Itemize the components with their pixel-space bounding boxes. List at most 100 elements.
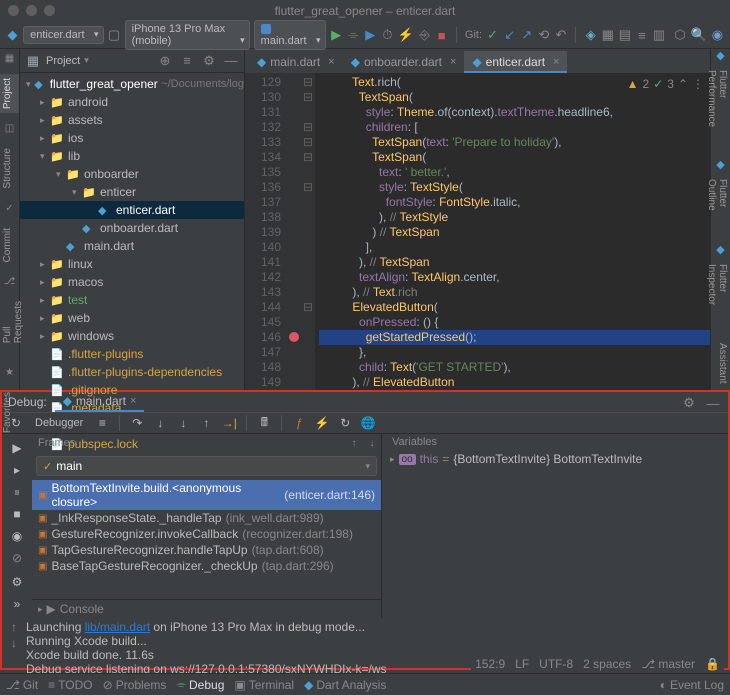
git-update-button[interactable]: ✓ <box>486 26 499 44</box>
code-editor[interactable]: ▲2 ✓3 ⌃⋮ 1291301311321331341351361371381… <box>245 73 710 390</box>
flutter-performance-tab[interactable]: Flutter Performance <box>711 64 730 158</box>
mute-button[interactable]: ⏸ <box>7 482 27 502</box>
step-into-button[interactable]: ↓ <box>150 413 170 433</box>
step-out-button[interactable]: ↑ <box>196 413 216 433</box>
run-to-cursor-button[interactable]: →| <box>219 413 239 433</box>
step-over-button[interactable]: ↷ <box>127 413 147 433</box>
status-problems[interactable]: ⊘Problems <box>103 677 167 692</box>
collapse-button[interactable]: ⚙ <box>200 52 218 70</box>
ide-update-button[interactable]: ⬡ <box>674 26 687 44</box>
eval-button[interactable]: 🖩 <box>254 413 274 433</box>
close-icon[interactable]: × <box>328 56 334 68</box>
hot-restart-button[interactable]: ⚡ <box>398 26 414 44</box>
status-debug[interactable]: ⌯Debug <box>176 677 224 692</box>
pr-tab-icon[interactable]: ⎇ <box>0 276 19 287</box>
hide-button[interactable]: — <box>222 52 240 70</box>
devtools3-button[interactable]: ▤ <box>618 26 631 44</box>
attach-button[interactable]: ⎆ <box>418 26 431 44</box>
git-rollback-button[interactable]: ↶ <box>554 26 567 44</box>
tab-enticer[interactable]: ◆enticer.dart× <box>464 51 567 73</box>
force-step-into-button[interactable]: ↓ <box>173 413 193 433</box>
project-tab[interactable]: Project <box>0 74 19 113</box>
resume-button[interactable]: ▶ <box>7 438 27 458</box>
devtools-button[interactable]: 🌐 <box>358 413 378 433</box>
variable-row[interactable]: ▸oo this = {BottomTextInvite} BottomText… <box>386 450 724 468</box>
console-title[interactable]: Console <box>60 602 104 616</box>
status-git[interactable]: ⎇Git <box>6 677 38 692</box>
flutter-perf-icon[interactable]: ◆ <box>711 49 730 64</box>
tab-onboarder[interactable]: ◆onboarder.dart× <box>343 51 465 73</box>
git-branch[interactable]: ⎇ master <box>641 657 695 671</box>
stack-frame[interactable]: ▣BaseTapGestureRecognizer._checkUp (tap.… <box>32 558 381 574</box>
coverage-button[interactable]: ▶ <box>364 26 377 44</box>
debugger-tab[interactable]: Debugger <box>35 417 83 429</box>
pull-requests-tab[interactable]: Pull Requests <box>0 297 19 347</box>
stack-frame[interactable]: ▣_InkResponseState._handleTap (ink_well.… <box>32 510 381 526</box>
debug-button[interactable]: ⌯ <box>347 26 360 44</box>
select-opened-button[interactable]: ⊕ <box>156 52 174 70</box>
commit-tab-icon[interactable]: ✓ <box>0 203 19 214</box>
project-tab-icon[interactable]: ▦ <box>0 53 19 64</box>
run-config-dropdown[interactable]: main.dart <box>254 20 326 50</box>
more-button[interactable]: » <box>7 594 27 614</box>
line-separator[interactable]: LF <box>515 657 529 671</box>
settings-icon[interactable]: ⚙ <box>680 394 698 412</box>
project-view-title[interactable]: Project <box>46 55 80 67</box>
devtools-button[interactable]: ◈ <box>584 26 597 44</box>
device-dropdown[interactable]: iPhone 13 Pro Max (mobile) <box>125 20 250 50</box>
frame-down-button[interactable]: ↓ <box>363 434 381 452</box>
layout-settings-button[interactable]: ⚙ <box>7 572 27 592</box>
encoding[interactable]: UTF-8 <box>539 657 573 671</box>
stack-frame[interactable]: ▣GestureRecognizer.invokeCallback (recog… <box>32 526 381 542</box>
breakpoint-gutter[interactable] <box>287 73 301 390</box>
run-button[interactable]: ▶ <box>330 26 343 44</box>
pause-button[interactable]: ▸ <box>7 460 27 480</box>
tree-item-enticer[interactable]: ◆enticer.dart <box>20 201 244 219</box>
profile-button[interactable]: ⏱ <box>381 26 394 44</box>
devtools5-button[interactable]: ▥ <box>652 26 665 44</box>
status-todo[interactable]: ≡TODO <box>48 677 92 692</box>
traffic-lights[interactable] <box>8 5 55 16</box>
threads-view-button[interactable]: ≡ <box>92 413 112 433</box>
stack-frame[interactable]: ▣TapGestureRecognizer.handleTapUp (tap.d… <box>32 542 381 558</box>
scroll-up-icon[interactable]: ↑ <box>11 620 17 634</box>
event-log-button[interactable]: ◐Event Log <box>660 678 724 692</box>
cursor-position[interactable]: 152:9 <box>475 657 505 671</box>
flutter-outline-tab[interactable]: Flutter Outline <box>711 173 730 243</box>
git-history-button[interactable]: ⟲ <box>537 26 550 44</box>
structure-tab[interactable]: Structure <box>0 144 19 193</box>
hot-reload-button[interactable]: ⚡ <box>312 413 332 433</box>
flutter-inspector-tab[interactable]: Flutter Inspector <box>711 258 730 337</box>
status-dart[interactable]: ◆Dart Analysis <box>304 677 386 692</box>
avatar-button[interactable]: ◉ <box>711 26 724 44</box>
indent[interactable]: 2 spaces <box>583 657 631 671</box>
fold-gutter[interactable]: ⊟⊟⊟⊟⊟⊟⊟ <box>301 73 315 390</box>
hot-restart-button[interactable]: ↻ <box>335 413 355 433</box>
flutter-outline-icon[interactable]: ◆ <box>711 158 730 173</box>
assistant-tab[interactable]: Assistant <box>711 337 730 390</box>
line-number-gutter[interactable]: 1291301311321331341351361371381391401411… <box>245 73 287 390</box>
hide-icon[interactable]: — <box>704 394 722 412</box>
breakpoints-button[interactable]: ◉ <box>7 526 27 546</box>
favorites-tab-icon[interactable]: ★ <box>0 367 19 378</box>
debug-session-tab[interactable]: ◆main.dart× <box>55 392 145 412</box>
close-icon[interactable]: × <box>553 56 559 68</box>
thread-selector[interactable]: ✓main▾ <box>36 456 377 476</box>
status-terminal[interactable]: ▣Terminal <box>234 677 294 692</box>
expand-all-button[interactable]: ≡ <box>178 52 196 70</box>
scroll-down-icon[interactable]: ↓ <box>11 636 17 650</box>
flutter-inspector-icon[interactable]: ◆ <box>711 243 730 258</box>
stop-button[interactable]: ■ <box>7 504 27 524</box>
stack-frame[interactable]: ▣BottomTextInvite.build.<anonymous closu… <box>32 480 381 510</box>
devtools2-button[interactable]: ▦ <box>601 26 614 44</box>
search-button[interactable]: 🔍 <box>691 26 707 44</box>
devtools4-button[interactable]: ≡ <box>635 26 648 44</box>
tab-main[interactable]: ◆main.dart× <box>249 51 343 73</box>
structure-tab-icon[interactable]: ◫ <box>0 123 19 134</box>
close-icon[interactable]: × <box>450 56 456 68</box>
mute-bp-button[interactable]: ⊘ <box>7 548 27 568</box>
stop-button[interactable]: ■ <box>435 26 448 44</box>
lock-icon[interactable]: 🔒 <box>705 657 720 671</box>
current-file-dropdown[interactable]: enticer.dart <box>23 26 103 44</box>
git-push-button[interactable]: ↗ <box>520 26 533 44</box>
